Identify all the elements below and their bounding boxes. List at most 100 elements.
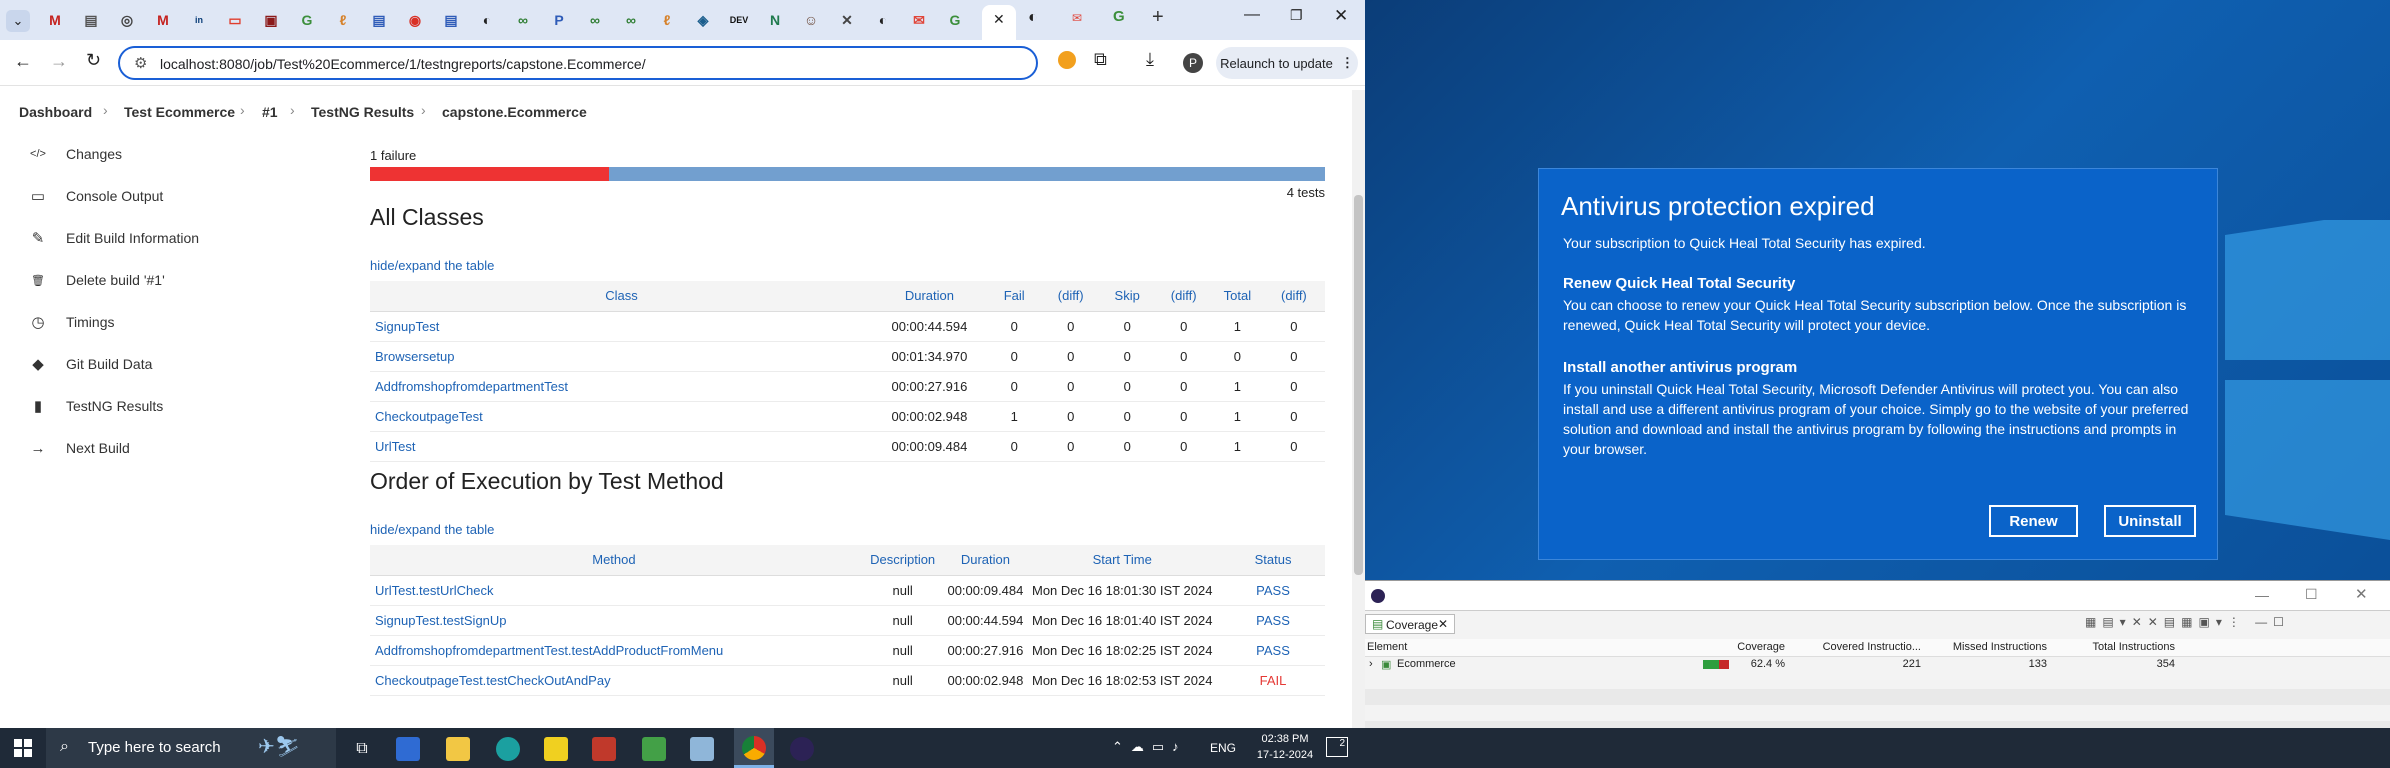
close-button[interactable]: ✕ bbox=[2355, 585, 2368, 603]
app-icon[interactable]: ∞ bbox=[620, 9, 642, 31]
sidebar-item-1[interactable]: ▭ Console Output bbox=[28, 186, 163, 206]
table-cell[interactable]: SignupTest bbox=[370, 311, 873, 342]
docs-icon[interactable]: ▤ bbox=[80, 9, 102, 31]
column-header[interactable]: (diff) bbox=[1262, 281, 1325, 312]
address-bar[interactable]: ⚙ localhost:8080/job/Test%20Ecommerce/1/… bbox=[118, 46, 1038, 80]
profile-avatar[interactable]: P bbox=[1183, 53, 1203, 73]
class-link[interactable]: AddfromshopfromdepartmentTest bbox=[375, 379, 568, 394]
breadcrumb-build[interactable]: #1 bbox=[262, 104, 278, 120]
col-total[interactable]: Total Instructions bbox=[2055, 641, 2175, 653]
forward-button[interactable]: → bbox=[50, 51, 68, 72]
spreadsheet-icon[interactable] bbox=[642, 737, 666, 761]
column-header[interactable]: Description bbox=[857, 545, 948, 576]
download-icon[interactable]: ⤓ bbox=[1146, 49, 1154, 70]
maximize-button[interactable]: ☐ bbox=[2305, 586, 2318, 603]
sidebar-item-3[interactable]: 🗑 Delete build '#1' bbox=[28, 270, 165, 290]
column-header[interactable]: (diff) bbox=[1042, 281, 1099, 312]
class-link[interactable]: UrlTest bbox=[375, 439, 415, 454]
col-coverage[interactable]: Coverage bbox=[1685, 641, 1785, 653]
extension-icon[interactable] bbox=[1058, 51, 1076, 69]
col-missed[interactable]: Missed Instructions bbox=[1925, 641, 2047, 653]
extensions-puzzle-icon[interactable]: ⧉ bbox=[1094, 49, 1107, 70]
store-app-icon[interactable] bbox=[396, 737, 420, 761]
tab-mail-icon[interactable]: ✉ bbox=[1072, 11, 1082, 25]
coverage-row[interactable]: › ▣ Ecommerce 62.4 % 221 133 354 bbox=[1365, 657, 2390, 673]
circle-icon[interactable]: ◎ bbox=[116, 9, 138, 31]
eclipse-taskbar-icon[interactable] bbox=[790, 737, 814, 761]
app-icon[interactable]: N bbox=[764, 9, 786, 31]
github-icon[interactable]: ◐ bbox=[1028, 9, 1038, 27]
sidebar-item-5[interactable]: ◆ Git Build Data bbox=[28, 354, 152, 374]
app-icon[interactable]: ∞ bbox=[584, 9, 606, 31]
toggle-methods-link[interactable]: hide/expand the table bbox=[370, 522, 494, 537]
class-link[interactable]: SignupTest bbox=[375, 319, 439, 334]
app-icon[interactable]: P bbox=[548, 9, 570, 31]
table-cell[interactable]: UrlTest.testUrlCheck bbox=[370, 575, 858, 606]
minimize-button[interactable]: — bbox=[1244, 6, 1260, 24]
restore-button[interactable]: ❐ bbox=[1290, 7, 1303, 24]
renew-button[interactable]: Renew bbox=[1989, 505, 2078, 537]
gmail-icon[interactable]: M bbox=[152, 9, 174, 31]
toggle-classes-link[interactable]: hide/expand the table bbox=[370, 258, 494, 273]
flame-icon[interactable]: ℓ bbox=[332, 9, 354, 31]
gmail-icon[interactable]: M bbox=[44, 9, 66, 31]
app-icon[interactable]: ◈ bbox=[692, 9, 714, 31]
app-icon[interactable]: ✉ bbox=[908, 9, 930, 31]
view-toolbar[interactable]: ▦▤▾✕✕▤▦▣▾⋮ —☐ bbox=[2085, 615, 2290, 629]
app-icon[interactable]: ▣ bbox=[260, 9, 282, 31]
new-tab-button[interactable]: + bbox=[1152, 6, 1164, 29]
uninstall-button[interactable]: Uninstall bbox=[2104, 505, 2196, 537]
notifications-icon[interactable]: 2 bbox=[1326, 737, 1348, 757]
minimize-button[interactable]: — bbox=[2255, 587, 2269, 603]
method-link[interactable]: AddfromshopfromdepartmentTest.testAddPro… bbox=[375, 643, 723, 658]
system-tray-icons[interactable]: ⌃☁▭♪ bbox=[1112, 739, 1187, 755]
sidebar-item-6[interactable]: ▮ TestNG Results bbox=[28, 396, 163, 416]
sidebar-item-4[interactable]: ◷ Timings bbox=[28, 312, 114, 332]
edge-icon[interactable] bbox=[496, 737, 520, 761]
scrollbar-thumb[interactable] bbox=[1354, 195, 1363, 575]
active-tab[interactable]: ✕ bbox=[982, 5, 1016, 40]
file-explorer-icon[interactable] bbox=[446, 737, 470, 761]
column-header[interactable]: Skip bbox=[1098, 281, 1156, 312]
jenkins-icon[interactable]: ✕ bbox=[836, 9, 858, 31]
sticky-notes-icon[interactable] bbox=[544, 737, 568, 761]
column-header[interactable]: Method bbox=[370, 545, 858, 576]
col-element[interactable]: Element bbox=[1367, 641, 1407, 653]
table-cell[interactable]: Browsersetup bbox=[370, 341, 873, 372]
breadcrumb-job[interactable]: Test Ecommerce bbox=[124, 104, 235, 120]
task-view-icon[interactable]: ⧉ bbox=[350, 737, 374, 761]
method-link[interactable]: SignupTest.testSignUp bbox=[375, 613, 507, 628]
docs-icon[interactable]: ▤ bbox=[368, 9, 390, 31]
github-icon[interactable]: ◐ bbox=[872, 9, 894, 31]
dev-icon[interactable]: DEV bbox=[728, 9, 750, 31]
linkedin-icon[interactable]: in bbox=[188, 9, 210, 31]
column-header[interactable]: Duration bbox=[872, 281, 986, 312]
col-covered[interactable]: Covered Instructio... bbox=[1807, 641, 1921, 653]
table-cell[interactable]: CheckoutpageTest.testCheckOutAndPay bbox=[370, 665, 858, 696]
method-link[interactable]: UrlTest.testUrlCheck bbox=[375, 583, 493, 598]
url-text[interactable]: localhost:8080/job/Test%20Ecommerce/1/te… bbox=[160, 56, 646, 72]
github-icon[interactable]: ◐ bbox=[476, 9, 498, 31]
docs-icon[interactable]: ▤ bbox=[440, 9, 462, 31]
youtube-icon[interactable]: ▭ bbox=[224, 9, 246, 31]
column-header[interactable]: Start Time bbox=[1023, 545, 1222, 576]
table-cell[interactable]: CheckoutpageTest bbox=[370, 401, 873, 432]
google-icon[interactable]: G bbox=[1113, 8, 1125, 25]
back-button[interactable]: ← bbox=[14, 51, 32, 72]
table-cell[interactable]: AddfromshopfromdepartmentTest bbox=[370, 371, 873, 402]
flame-icon[interactable]: ℓ bbox=[656, 9, 678, 31]
table-cell[interactable]: AddfromshopfromdepartmentTest.testAddPro… bbox=[370, 635, 858, 666]
winrar-icon[interactable] bbox=[592, 737, 616, 761]
column-header[interactable]: Class bbox=[370, 281, 873, 312]
close-tab-icon[interactable]: ✕ bbox=[1438, 617, 1448, 631]
app-icon[interactable]: ◉ bbox=[404, 9, 426, 31]
column-header[interactable]: Total bbox=[1211, 281, 1263, 312]
avatar-icon[interactable]: ☺ bbox=[800, 9, 822, 31]
chrome-taskbar-button[interactable] bbox=[734, 728, 774, 768]
clock[interactable]: 02:38 PM 17-12-2024 bbox=[1250, 731, 1320, 763]
column-header[interactable]: (diff) bbox=[1155, 281, 1212, 312]
breadcrumb-dashboard[interactable]: Dashboard bbox=[19, 104, 92, 120]
start-button[interactable] bbox=[14, 739, 32, 757]
table-cell[interactable]: SignupTest.testSignUp bbox=[370, 605, 858, 636]
app-icon[interactable]: ∞ bbox=[512, 9, 534, 31]
